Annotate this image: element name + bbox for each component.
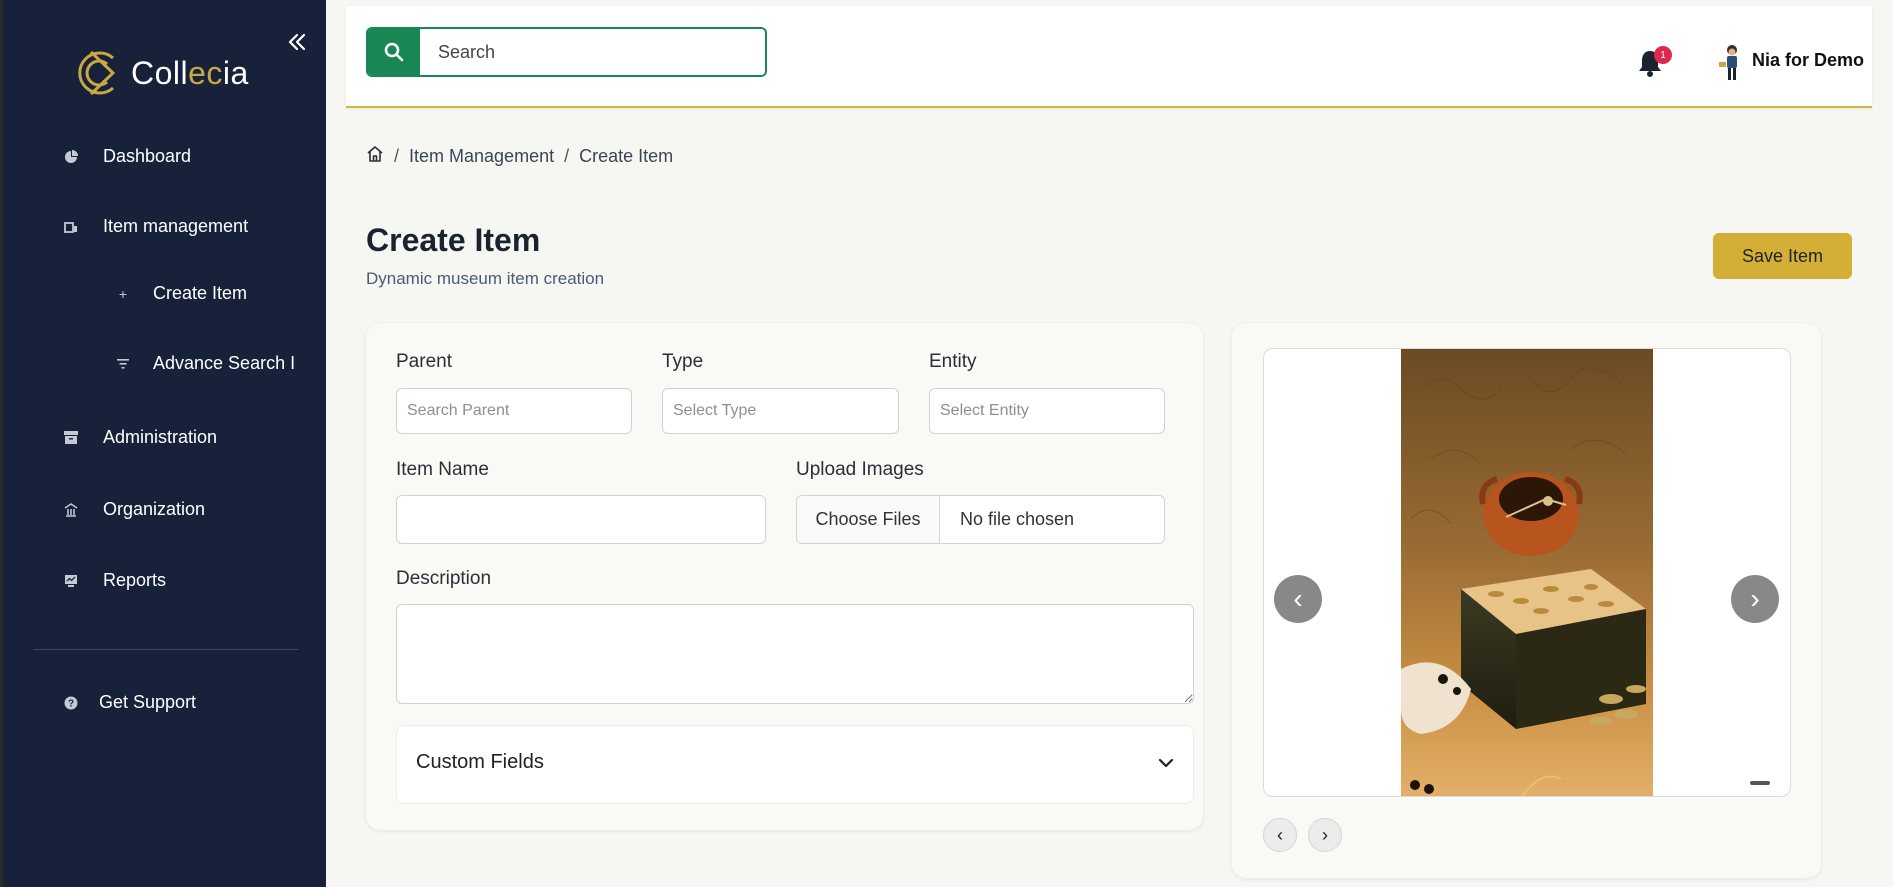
custom-fields-accordion[interactable]: Custom Fields (396, 725, 1194, 804)
pie-chart-icon (63, 149, 79, 165)
item-name-label: Item Name (396, 459, 489, 480)
image-carousel: ‹ › (1263, 348, 1791, 797)
page-title: Create Item (366, 222, 541, 258)
carousel-next-button[interactable]: › (1731, 575, 1779, 623)
sidebar-item-label: Dashboard (103, 146, 192, 166)
sidebar-item-item-management[interactable]: Item management (63, 216, 248, 237)
thumbnail-next-button[interactable]: › (1308, 818, 1342, 852)
sidebar-item-reports[interactable]: Reports (63, 570, 166, 591)
description-label: Description (396, 568, 492, 589)
search-icon (384, 42, 404, 62)
description-textarea[interactable] (396, 604, 1194, 704)
image-preview-card: ‹ › ‹ › (1232, 323, 1821, 878)
breadcrumb-separator: / (394, 146, 400, 166)
help-icon: ? (63, 695, 79, 711)
top-header: 1 Nia for Demo (346, 6, 1872, 108)
save-item-button[interactable]: Save Item (1713, 233, 1852, 279)
breadcrumb-item-management[interactable]: Item Management (409, 146, 554, 167)
collapse-sidebar-icon[interactable] (285, 30, 309, 54)
upload-images-field: Choose Files No file chosen (796, 495, 1165, 544)
sidebar-item-label: Organization (103, 499, 206, 519)
breadcrumb-separator: / (564, 146, 570, 166)
report-icon (63, 573, 79, 589)
logo-mark-icon (78, 50, 116, 96)
user-name[interactable]: Nia for Demo (1752, 50, 1864, 71)
items-icon (63, 219, 79, 235)
page-subtitle: Dynamic museum item creation (366, 269, 605, 288)
plus-icon: + (118, 285, 128, 302)
sidebar-item-label: Administration (103, 427, 218, 447)
sidebar-item-create-item[interactable]: + Create Item (115, 283, 247, 304)
parent-label: Parent (396, 351, 452, 372)
filter-icon (115, 356, 131, 372)
breadcrumb-current: Create Item (579, 146, 674, 166)
sidebar-item-get-support[interactable]: ? Get Support (63, 692, 196, 713)
sidebar-item-label: Create Item (153, 283, 248, 303)
building-icon (63, 502, 79, 518)
parent-search-input[interactable] (396, 388, 632, 434)
type-label: Type (662, 351, 704, 372)
entity-select[interactable] (929, 388, 1165, 434)
sidebar-item-label: Get Support (99, 692, 197, 712)
chevron-down-icon (1158, 758, 1174, 768)
brand-name: Collecia (131, 54, 249, 91)
item-name-input[interactable] (396, 495, 766, 544)
carousel-prev-button[interactable]: ‹ (1274, 575, 1322, 623)
upload-images-label: Upload Images (796, 459, 924, 480)
search-bar (366, 27, 767, 77)
svg-text:?: ? (68, 698, 74, 709)
sidebar: Collecia Dashboard Item management + Cre… (0, 0, 326, 887)
notification-badge: 1 (1654, 46, 1672, 64)
item-form-card: Parent Type Entity Item Name Upload Imag… (366, 323, 1203, 830)
search-button[interactable] (368, 29, 420, 75)
brand-logo[interactable]: Collecia (69, 44, 249, 102)
avatar[interactable] (1714, 42, 1750, 82)
thumbnail-prev-button[interactable]: ‹ (1263, 818, 1297, 852)
home-icon[interactable] (366, 145, 384, 168)
sidebar-item-label: Advance Search I (153, 353, 296, 373)
entity-label: Entity (929, 351, 977, 372)
archive-icon (63, 430, 79, 446)
breadcrumb: / Item Management / Create Item (366, 145, 673, 168)
sidebar-divider (33, 649, 299, 650)
file-status: No file chosen (960, 509, 1075, 529)
sidebar-item-organization[interactable]: Organization (63, 499, 205, 520)
sidebar-item-label: Item management (103, 216, 249, 236)
sidebar-item-dashboard[interactable]: Dashboard (63, 146, 191, 167)
sidebar-item-administration[interactable]: Administration (63, 427, 217, 448)
choose-files-button[interactable]: Choose Files (797, 496, 940, 543)
type-select[interactable] (662, 388, 899, 434)
sidebar-item-label: Reports (103, 570, 167, 590)
carousel-indicator[interactable] (1750, 781, 1770, 785)
item-photo (1401, 349, 1653, 796)
custom-fields-label: Custom Fields (416, 751, 544, 773)
search-input[interactable] (420, 29, 765, 75)
sidebar-item-advance-search[interactable]: Advance Search I (115, 353, 295, 374)
